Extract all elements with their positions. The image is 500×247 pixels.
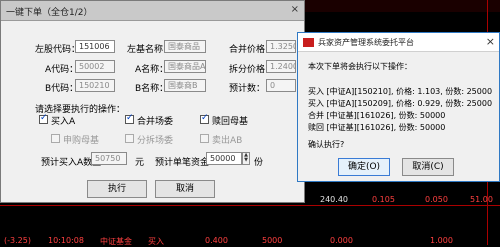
- table-cell: 0.400: [205, 236, 228, 245]
- sell-ab-label: 卖出AB: [212, 136, 243, 146]
- close-icon[interactable]: ×: [486, 35, 495, 48]
- close-icon[interactable]: ×: [291, 4, 299, 15]
- confirm-line: 赎回 [中证基][161026], 份数: 50000: [308, 123, 446, 132]
- stock-code-input[interactable]: 151006: [75, 40, 115, 53]
- table-cell: 0.000: [330, 236, 353, 245]
- confirm-line: 买入 [中证A][150210], 价格: 1.103, 份数: 25000: [308, 87, 493, 96]
- table-cell: 0.050: [425, 195, 448, 204]
- table-cell: 10:10:08: [48, 236, 84, 245]
- redeem-label: 赎回母基: [212, 117, 249, 127]
- title-bar[interactable]: 一键下单（全仓1/2） ×: [1, 1, 304, 21]
- operations-section-label: 请选择要执行的操作：: [35, 105, 126, 115]
- a-name-field: 国泰商品A: [164, 60, 206, 73]
- title-bar[interactable]: 兵家资产管理系统委托平台 ×: [298, 33, 499, 52]
- b-code-label: B代码：: [45, 84, 79, 94]
- amount-field: 50750: [91, 152, 127, 165]
- count-field: 0: [266, 79, 296, 92]
- stock-code-label: 左股代码：: [35, 45, 81, 55]
- subscribe-checkbox[interactable]: [51, 134, 60, 143]
- dialog-title: 兵家资产管理系统委托平台: [318, 38, 414, 47]
- cancel-button[interactable]: 取消: [155, 180, 215, 198]
- subscribe-label: 申购母基: [63, 136, 100, 146]
- table-cell: 中证基金: [100, 237, 132, 246]
- split-label: 分拆场委: [137, 136, 174, 146]
- split-checkbox[interactable]: [125, 134, 134, 143]
- b-code-field: 150210: [75, 79, 115, 92]
- app-logo-icon: [303, 38, 314, 47]
- confirm-question: 确认执行?: [308, 140, 345, 149]
- b-name-field: 国泰商B: [164, 79, 206, 92]
- buy-a-label: 买入A: [51, 117, 76, 127]
- merge-checkbox[interactable]: [125, 113, 134, 124]
- dialog-title: 一键下单（全仓1/2）: [6, 8, 93, 18]
- table-cell: 240.40: [320, 195, 348, 204]
- order-dialog: 一键下单（全仓1/2） × 左股代码： 151006 左基名称： 国泰商品 合并…: [0, 0, 305, 203]
- amount-unit: 元: [135, 158, 145, 168]
- buy-a-checkbox[interactable]: [39, 113, 48, 124]
- table-cell: 0.105: [372, 195, 395, 204]
- confirm-ok-button[interactable]: 确定(O): [338, 158, 390, 176]
- merge-label: 合并场委: [137, 117, 174, 127]
- table-cell: 51.00: [470, 195, 493, 204]
- table-cell: (-3.25): [4, 236, 31, 245]
- confirm-dialog: 兵家资产管理系统委托平台 × 本次下单将会执行以下操作： 买入 [中证A][15…: [297, 32, 500, 182]
- table-cell: 1.000: [430, 236, 453, 245]
- table-cell: 5000: [262, 236, 283, 245]
- execute-button[interactable]: 执行: [87, 180, 147, 198]
- left-name-field: 国泰商品: [164, 40, 206, 53]
- merge-price-field: 1.3250: [266, 40, 296, 53]
- funds-unit: 份: [254, 158, 264, 168]
- split-price-field: 1.2400: [266, 60, 296, 73]
- funds-spinner[interactable]: ▲ ▼: [242, 152, 250, 165]
- table-cell: 买入: [148, 237, 164, 246]
- count-label: 预计数：: [229, 84, 266, 94]
- confirm-line: 买入 [中证A][150209], 价格: 0.929, 份数: 25000: [308, 99, 493, 108]
- confirm-intro: 本次下单将会执行以下操作：: [308, 62, 412, 71]
- table-separator: [0, 205, 500, 206]
- confirm-cancel-button[interactable]: 取消(C): [402, 158, 454, 176]
- funds-input[interactable]: 50000: [206, 152, 242, 165]
- sell-ab-checkbox[interactable]: [200, 134, 209, 143]
- redeem-checkbox[interactable]: [200, 113, 209, 124]
- confirm-line: 合并 [中证基][161026], 份数: 50000: [308, 111, 446, 120]
- a-code-field: 50002: [75, 60, 115, 73]
- a-code-label: A代码：: [45, 65, 79, 75]
